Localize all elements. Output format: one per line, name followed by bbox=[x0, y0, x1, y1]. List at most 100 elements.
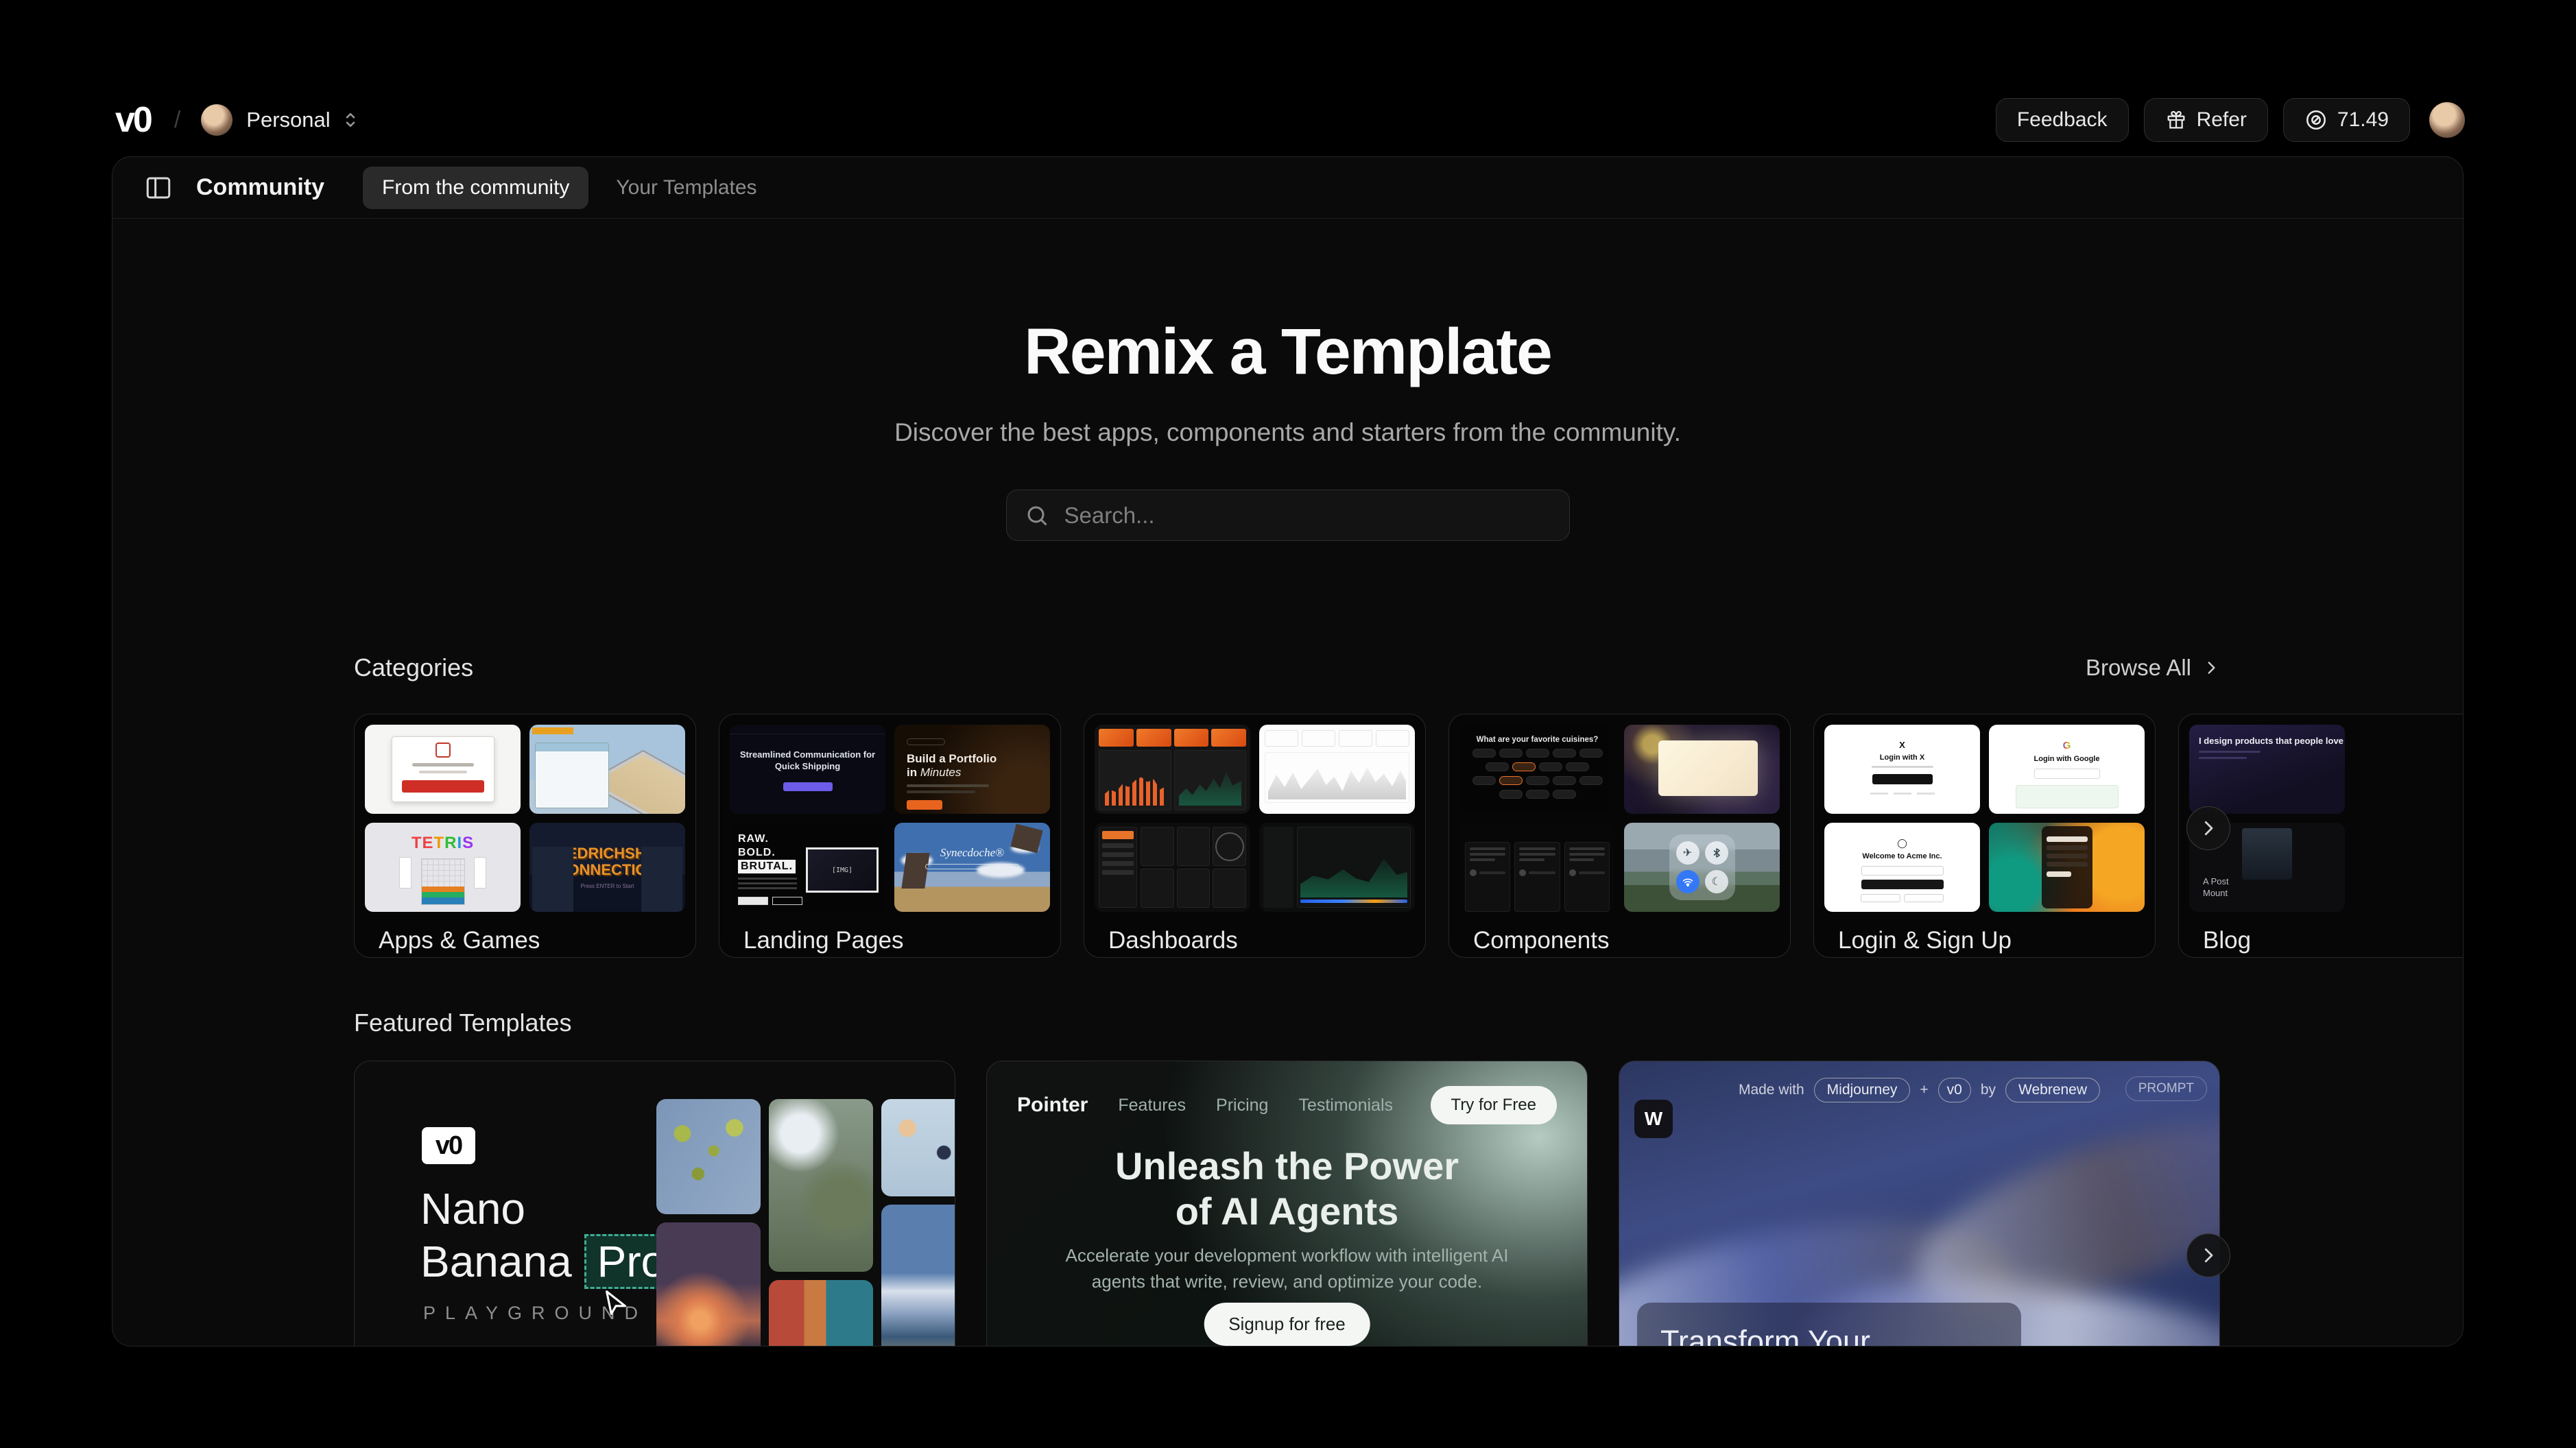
pointer-try-button: Try for Free bbox=[1431, 1086, 1557, 1124]
login-x-title: Login with X bbox=[1880, 753, 1924, 762]
prompt-pill: PROMPT bbox=[2125, 1076, 2207, 1101]
top-header: v0 / Personal Feedback Refer 71.49 bbox=[115, 81, 2465, 159]
categories-next-button[interactable] bbox=[2186, 806, 2230, 850]
photo-mountain-lake bbox=[881, 1205, 955, 1347]
category-card-login-signup[interactable]: X Login with X G Login with Google ◯ Wel… bbox=[1813, 714, 2156, 958]
thumbnail-grid: TETRIS FRIEDRICHSHAIN CONNECTION Press E… bbox=[365, 725, 685, 912]
thumb-saas-landing: Streamlined Communication for Quick Ship… bbox=[730, 725, 885, 814]
pointer-brand: Pointer bbox=[1017, 1094, 1088, 1117]
thumb-synecdoche-landing: Synecdoche® bbox=[894, 823, 1050, 912]
featured-header: Featured Templates bbox=[112, 1009, 2463, 1037]
photo-mountain-sunset bbox=[656, 1222, 761, 1347]
breadcrumb-separator: / bbox=[174, 107, 180, 134]
credits-value: 71.49 bbox=[2337, 108, 2389, 132]
thumb-login-acme: ◯ Welcome to Acme Inc. bbox=[1824, 823, 1980, 912]
login-google-title: Login with Google bbox=[2034, 755, 2100, 763]
thumb-gradient-signup bbox=[1989, 823, 2145, 912]
tab-your-templates[interactable]: Your Templates bbox=[616, 176, 756, 200]
webrenew-title: Transform YourVision Into Reality bbox=[1660, 1323, 1998, 1347]
thumbnail-grid: I design products that people love A Pos… bbox=[2189, 725, 2464, 912]
gift-icon bbox=[2165, 109, 2187, 131]
login-acme-title: Welcome to Acme Inc. bbox=[1862, 852, 1942, 860]
v0-pill: v0 bbox=[1938, 1078, 1971, 1102]
pixel-title-line1: FRIEDRICHSHAIN bbox=[542, 845, 671, 861]
photo-leaves bbox=[656, 1099, 761, 1214]
pointer-subtitle-line1: Accelerate your development workflow wit… bbox=[987, 1245, 1587, 1266]
photo-people bbox=[769, 1280, 873, 1347]
thumb-brutalist-landing: RAW. BOLD. BRUTAL. [IMG] bbox=[730, 823, 885, 912]
pointer-nav-testimonials: Testimonials bbox=[1298, 1096, 1393, 1115]
category-label: Dashboards bbox=[1095, 927, 1415, 954]
thumb-empty bbox=[2354, 823, 2464, 912]
plus-sign: + bbox=[1920, 1082, 1928, 1098]
webrenew-hero-panel: Transform YourVision Into Reality Use GS… bbox=[1637, 1303, 2021, 1347]
tab-from-the-community[interactable]: From the community bbox=[363, 167, 588, 209]
v0-logo[interactable]: v0 bbox=[115, 102, 151, 138]
chevron-updown-icon[interactable] bbox=[340, 110, 361, 130]
thumbnail-grid: What are your favorite cuisines? ✈ bbox=[1459, 725, 1780, 912]
thumb-calendar-app bbox=[365, 725, 521, 814]
sidebar-toggle-icon[interactable] bbox=[144, 173, 173, 202]
category-card-dashboards[interactable]: Dashboards bbox=[1084, 714, 1426, 958]
thumb-admin-dashboard bbox=[1095, 823, 1250, 912]
thumbnail-grid: X Login with X G Login with Google ◯ Wel… bbox=[1824, 725, 2145, 912]
hero-subtitle: Discover the best apps, components and s… bbox=[112, 418, 2463, 447]
thumb-dark-metrics-dashboard bbox=[1259, 823, 1415, 912]
workspace-avatar[interactable] bbox=[201, 104, 232, 136]
thumb-portfolio-landing: Build a Portfolio in Minutes bbox=[894, 725, 1050, 814]
featured-card-pointer[interactable]: Pointer Features Pricing Testimonials Tr… bbox=[986, 1061, 1588, 1347]
webrenew-logo: W bbox=[1634, 1100, 1673, 1138]
featured-card-webrenew[interactable]: Made with Midjourney + v0 by Webrenew W … bbox=[1619, 1061, 2220, 1347]
category-card-landing-pages[interactable]: Streamlined Communication for Quick Ship… bbox=[719, 714, 1061, 958]
by-label: by bbox=[1981, 1082, 1996, 1098]
thumb-designer-blog: I design products that people love bbox=[2189, 725, 2345, 814]
hero-title: Remix a Template bbox=[112, 315, 2463, 389]
page-title: Community bbox=[196, 174, 324, 201]
airplane-icon: ✈ bbox=[1676, 841, 1700, 865]
control-center-panel: ✈ ☾ bbox=[1669, 834, 1735, 900]
feedback-button[interactable]: Feedback bbox=[1996, 98, 2129, 142]
pointer-signup-button: Signup for free bbox=[1204, 1303, 1370, 1346]
thumb-tetris-game: TETRIS bbox=[365, 823, 521, 912]
pointer-nav-features: Features bbox=[1118, 1096, 1186, 1115]
search-bar[interactable] bbox=[1006, 490, 1570, 541]
refer-button[interactable]: Refer bbox=[2144, 98, 2268, 142]
credits-icon bbox=[2304, 108, 2328, 132]
categories-heading: Categories bbox=[354, 653, 473, 682]
tetris-title: TETRIS bbox=[365, 834, 521, 853]
img-placeholder: [IMG] bbox=[806, 847, 879, 893]
credits-button[interactable]: 71.49 bbox=[2283, 98, 2410, 142]
v0-logo-badge: v0 bbox=[422, 1127, 475, 1164]
categories-header: Categories Browse All bbox=[112, 653, 2463, 682]
featured-card-nano-banana[interactable]: v0 Nano BananaPro PLAYGROUND bbox=[354, 1061, 955, 1347]
community-bar: Community From the community Your Templa… bbox=[112, 157, 2463, 219]
category-card-components[interactable]: What are your favorite cuisines? ✈ bbox=[1448, 714, 1791, 958]
thumb-isometric-game bbox=[529, 725, 685, 814]
pointer-subtitle-line2: agents that write, review, and optimize … bbox=[987, 1271, 1587, 1292]
user-avatar[interactable] bbox=[2429, 102, 2465, 138]
feedback-label: Feedback bbox=[2017, 108, 2108, 132]
pixel-title-line2: CONNECTION bbox=[557, 862, 658, 878]
header-actions: Feedback Refer 71.49 bbox=[1996, 98, 2465, 142]
category-card-apps-games[interactable]: TETRIS FRIEDRICHSHAIN CONNECTION Press E… bbox=[354, 714, 696, 958]
moon-icon: ☾ bbox=[1705, 870, 1728, 893]
main-panel: Community From the community Your Templa… bbox=[112, 156, 2464, 1347]
featured-next-button[interactable] bbox=[2186, 1233, 2230, 1277]
pointer-nav: Pointer Features Pricing Testimonials Tr… bbox=[1017, 1086, 1557, 1124]
category-label: Apps & Games bbox=[365, 927, 685, 954]
thumb-login-x: X Login with X bbox=[1824, 725, 1980, 814]
browse-all-link[interactable]: Browse All bbox=[2086, 655, 2220, 681]
search-input[interactable] bbox=[1064, 503, 1551, 529]
thumb-login-google: G Login with Google bbox=[1989, 725, 2145, 814]
bluetooth-icon bbox=[1705, 841, 1728, 865]
category-label: Login & Sign Up bbox=[1824, 927, 2145, 954]
workspace-name[interactable]: Personal bbox=[246, 108, 330, 132]
refer-label: Refer bbox=[2197, 108, 2247, 132]
category-label: Landing Pages bbox=[730, 927, 1050, 954]
thumb-friedrichshain-game: FRIEDRICHSHAIN CONNECTION Press ENTER to… bbox=[529, 823, 685, 912]
thumb-testimonials bbox=[1459, 823, 1615, 912]
category-label: Components bbox=[1459, 927, 1780, 954]
synecdoche-title: Synecdoche® bbox=[894, 846, 1050, 860]
featured-carousel: v0 Nano BananaPro PLAYGROUND bbox=[112, 1061, 2463, 1347]
photo-grid bbox=[656, 1099, 955, 1347]
